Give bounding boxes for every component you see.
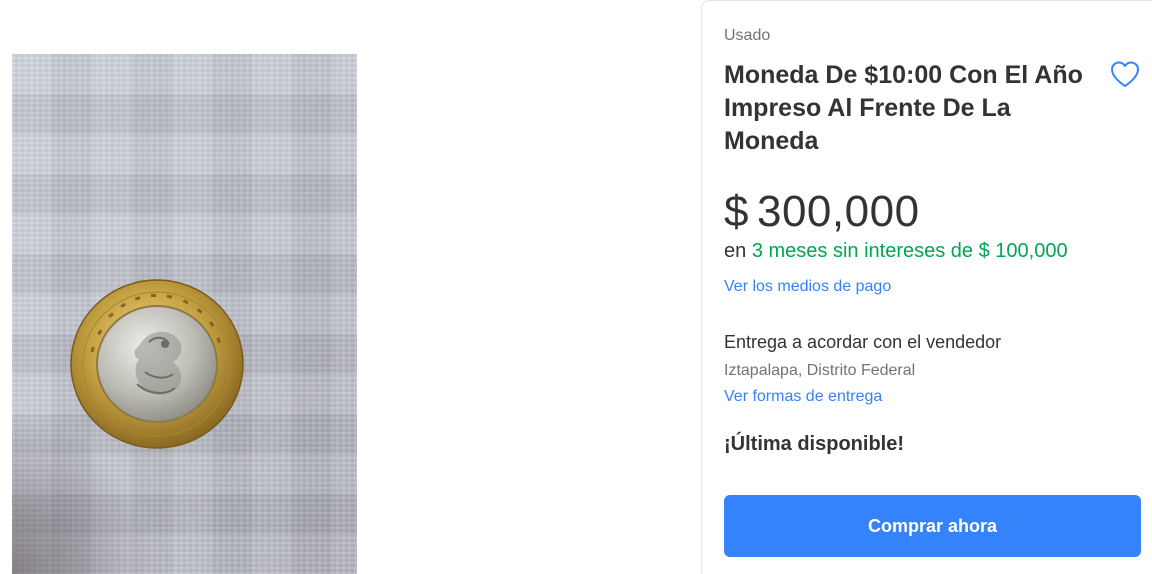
favorite-button[interactable]	[1108, 57, 1142, 91]
price: $300,000	[724, 187, 920, 237]
stock-status: ¡Última disponible!	[724, 433, 904, 455]
product-page: Usado Moneda De $10:00 Con El Año Impres…	[0, 0, 1152, 574]
installments-prefix: en	[724, 240, 747, 262]
item-condition: Usado	[724, 27, 771, 44]
installments-info: en 3 meses sin intereses de $ 100,000	[724, 240, 1068, 263]
payment-methods-link[interactable]: Ver los medios de pago	[724, 278, 891, 296]
product-title: Moneda De $10:00 Con El Año Impreso Al F…	[724, 61, 1083, 155]
product-image[interactable]	[12, 54, 357, 574]
delivery-text: Entrega a acordar con el vendedor	[724, 332, 1002, 352]
price-currency: $	[724, 187, 749, 236]
product-info-card: Usado Moneda De $10:00 Con El Año Impres…	[701, 0, 1152, 574]
coin-image	[70, 279, 244, 449]
heart-icon	[1111, 61, 1139, 87]
seller-location: Iztapalapa, Distrito Federal	[724, 362, 916, 379]
price-amount: 300,000	[756, 187, 920, 236]
shipping-options-link[interactable]: Ver formas de entrega	[724, 388, 882, 406]
buy-now-button[interactable]: Comprar ahora	[724, 495, 1141, 557]
installments-offer: 3 meses sin intereses de $ 100,000	[751, 240, 1068, 262]
